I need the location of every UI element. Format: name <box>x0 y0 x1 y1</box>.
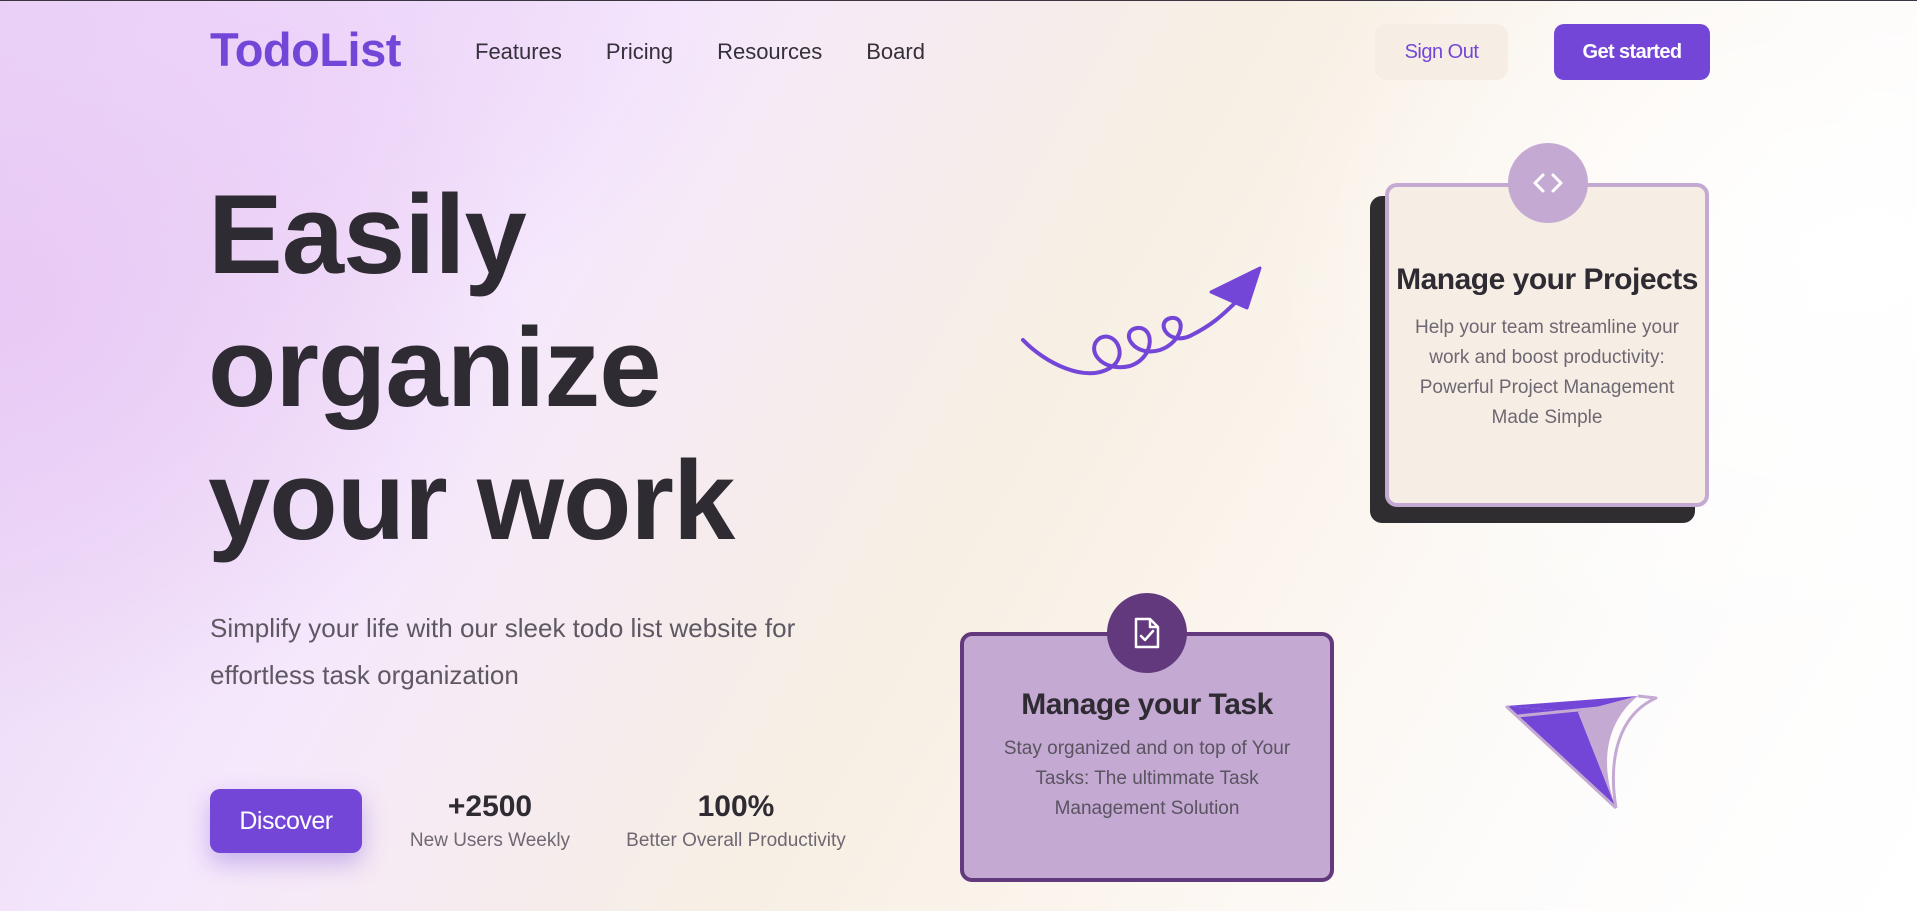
hero-subtitle: Simplify your life with our sleek todo l… <box>210 613 796 690</box>
nav-link-resources[interactable]: Resources <box>717 39 822 65</box>
stat-productivity: 100% Better Overall Productivity <box>615 788 857 854</box>
hero-title-line: Easily <box>208 172 527 297</box>
nav-link-features[interactable]: Features <box>475 39 562 65</box>
file-check-icon <box>1107 593 1187 673</box>
hero-title: Easily organize your work <box>208 168 735 567</box>
stat-value: 100% <box>697 790 775 823</box>
hero-title-line: your work <box>208 438 735 563</box>
stat-label: Better Overall Productivity <box>626 830 846 851</box>
hero-title-line: organize <box>208 305 662 430</box>
sign-out-button[interactable]: Sign Out <box>1375 24 1508 80</box>
nav-link-board[interactable]: Board <box>866 39 925 65</box>
projects-card-title: Manage your Projects <box>1396 263 1698 296</box>
squiggle-arrow-icon <box>1021 266 1262 376</box>
projects-card-description: Help your team streamline your work and … <box>1415 317 1679 428</box>
projects-card: Manage your Projects Help your team stre… <box>1385 183 1709 507</box>
get-started-button[interactable]: Get started <box>1554 24 1710 80</box>
stat-value: +2500 <box>447 790 533 823</box>
stat-label: New Users Weekly <box>409 830 571 851</box>
top-border <box>0 0 1917 1</box>
paper-plane-icon <box>1504 694 1658 810</box>
nav-links: Features Pricing Resources Board <box>475 39 925 65</box>
nav-link-pricing[interactable]: Pricing <box>606 39 673 65</box>
task-card-description: Stay organized and on top of Your Tasks:… <box>1003 738 1291 819</box>
logo[interactable]: TodoList <box>210 22 401 77</box>
stat-new-users: +2500 New Users Weekly <box>400 788 580 854</box>
code-icon <box>1508 143 1588 223</box>
task-card-title: Manage your Task <box>1021 688 1273 721</box>
discover-button[interactable]: Discover <box>210 789 362 853</box>
